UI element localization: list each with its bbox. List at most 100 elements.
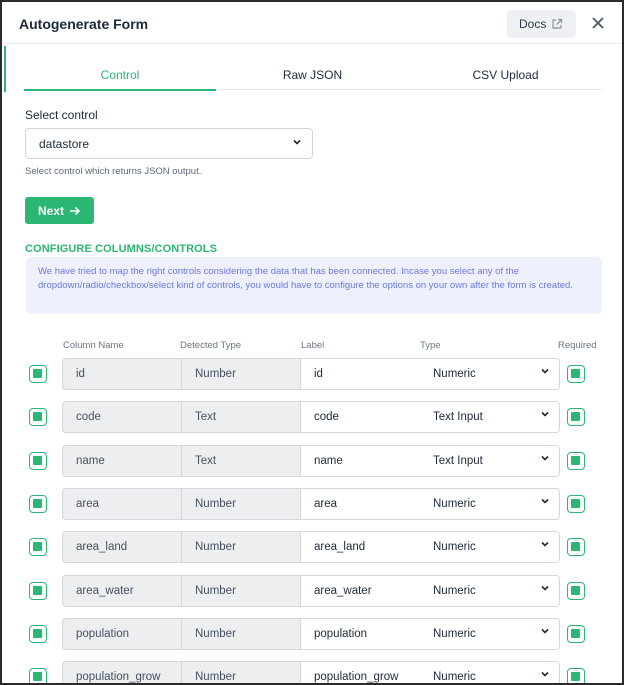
chevron-down-icon [293, 139, 301, 145]
required-checkbox[interactable] [567, 365, 585, 383]
dialog-title: Autogenerate Form [19, 16, 149, 32]
include-checkbox[interactable] [29, 582, 47, 600]
label-input[interactable]: code [300, 401, 421, 433]
info-text: We have tried to map the right controls … [38, 266, 573, 291]
chevron-down-icon [541, 368, 549, 374]
type-select-value: Numeric [433, 541, 476, 553]
tab-control[interactable]: Control [24, 60, 216, 91]
chevron-down-icon [541, 455, 549, 461]
type-select[interactable]: Text Input [420, 445, 560, 477]
required-checkbox[interactable] [567, 582, 585, 600]
detected-type-cell: Number [181, 531, 301, 563]
column-name-cell: code [62, 401, 182, 433]
label-input[interactable]: id [300, 358, 421, 390]
label-input[interactable]: population [300, 618, 421, 650]
chevron-down-icon [541, 411, 549, 417]
close-button[interactable] [588, 13, 608, 33]
detected-type-cell: Number [181, 488, 301, 520]
tab-bar: Control Raw JSON CSV Upload [24, 60, 602, 91]
tab-raw-json[interactable]: Raw JSON [216, 60, 409, 90]
type-select[interactable]: Numeric [420, 661, 560, 683]
column-row: area_land Number area_land Numeric [2, 531, 622, 563]
include-checkbox[interactable] [29, 668, 47, 683]
column-row: area_water Number area_water Numeric [2, 575, 622, 607]
column-name-cell: name [62, 445, 182, 477]
include-checkbox[interactable] [29, 625, 47, 643]
type-select-value: Numeric [433, 671, 476, 683]
detected-type-cell: Text [181, 445, 301, 477]
dialog-header: Autogenerate Form Docs [4, 4, 622, 44]
type-select-value: Numeric [433, 628, 476, 640]
include-checkbox[interactable] [29, 538, 47, 556]
type-select[interactable]: Numeric [420, 531, 560, 563]
column-header-required: Required [558, 340, 597, 351]
required-checkbox[interactable] [567, 668, 585, 683]
detected-type-cell: Number [181, 575, 301, 607]
left-accent-bar [4, 46, 6, 92]
include-checkbox[interactable] [29, 408, 47, 426]
type-select-value: Numeric [433, 498, 476, 510]
column-name-cell: id [62, 358, 182, 390]
type-select[interactable]: Numeric [420, 575, 560, 607]
next-label: Next [38, 203, 65, 218]
column-row: area Number area Numeric [2, 488, 622, 520]
type-select[interactable]: Numeric [420, 358, 560, 390]
configure-section-title: CONFIGURE COLUMNS/CONTROLS [25, 243, 218, 255]
control-select-value: datastore [39, 136, 90, 151]
tab-csv-upload[interactable]: CSV Upload [409, 60, 602, 90]
column-row: name Text name Text Input [2, 445, 622, 477]
next-button[interactable]: Next [25, 197, 94, 224]
chevron-down-icon [541, 585, 549, 591]
label-input[interactable]: population_grow [300, 661, 421, 683]
column-name-cell: area_land [62, 531, 182, 563]
required-checkbox[interactable] [567, 625, 585, 643]
column-name-cell: population [62, 618, 182, 650]
label-input[interactable]: name [300, 445, 421, 477]
select-control-label: Select control [25, 108, 98, 122]
autogenerate-form-dialog: Autogenerate Form Docs Control Raw JSON … [0, 0, 624, 685]
type-select[interactable]: Numeric [420, 488, 560, 520]
chevron-down-icon [541, 671, 549, 677]
detected-type-cell: Text [181, 401, 301, 433]
docs-label: Docs [519, 17, 547, 31]
detected-type-cell: Number [181, 661, 301, 683]
column-row: population_grow Number population_grow Nume… [2, 661, 622, 683]
column-name-cell: area [62, 488, 182, 520]
column-row: code Text code Text Input [2, 401, 622, 433]
required-checkbox[interactable] [567, 538, 585, 556]
type-select-value: Text Input [433, 455, 483, 467]
column-header-detected-type: Detected Type [180, 340, 242, 351]
label-input[interactable]: area_water [300, 575, 421, 607]
include-checkbox[interactable] [29, 365, 47, 383]
type-select-value: Text Input [433, 411, 483, 423]
column-name-cell: population_grow [62, 661, 182, 683]
label-input[interactable]: area_land [300, 531, 421, 563]
column-row: id Number id Numeric [2, 358, 622, 390]
required-checkbox[interactable] [567, 408, 585, 426]
control-select[interactable]: datastore [25, 128, 313, 159]
type-select-value: Numeric [433, 585, 476, 597]
chevron-down-icon [541, 541, 549, 547]
column-row: population Number population Numeric [2, 618, 622, 650]
label-input[interactable]: area [300, 488, 421, 520]
arrow-right-icon [70, 206, 81, 215]
include-checkbox[interactable] [29, 495, 47, 513]
chevron-down-icon [541, 628, 549, 634]
type-select-value: Numeric [433, 368, 476, 380]
required-checkbox[interactable] [567, 495, 585, 513]
external-link-icon [552, 18, 563, 29]
required-checkbox[interactable] [567, 452, 585, 470]
type-select[interactable]: Text Input [420, 401, 560, 433]
include-checkbox[interactable] [29, 452, 47, 470]
docs-button[interactable]: Docs [507, 10, 576, 38]
control-hint: Select control which returns JSON output… [25, 166, 202, 177]
detected-type-cell: Number [181, 358, 301, 390]
column-name-cell: area_water [62, 575, 182, 607]
close-icon [592, 17, 604, 29]
detected-type-cell: Number [181, 618, 301, 650]
type-select[interactable]: Numeric [420, 618, 560, 650]
column-header-label: Label [301, 340, 325, 351]
info-box: We have tried to map the right controls … [26, 257, 602, 314]
column-header-type: Type [420, 340, 441, 351]
column-header-name: Column Name [63, 340, 124, 351]
